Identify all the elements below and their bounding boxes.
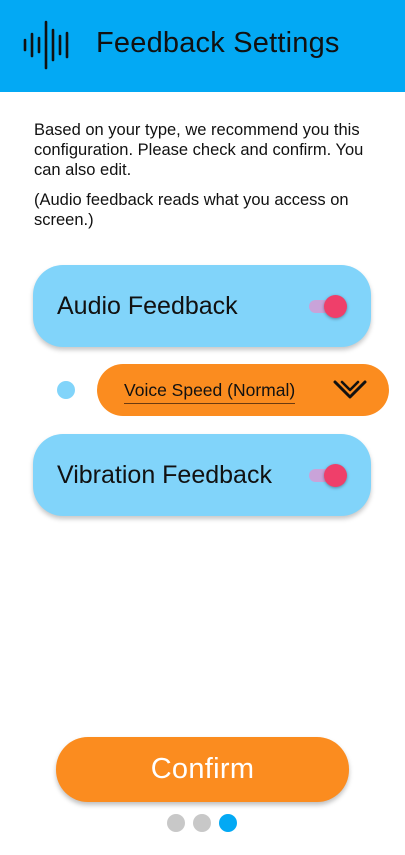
page-title: Feedback Settings: [96, 27, 340, 59]
page-indicator: [0, 812, 405, 834]
intro-paragraph: Based on your type, we recommend you thi…: [34, 121, 364, 179]
intro-note: (Audio feedback reads what you access on…: [34, 191, 349, 229]
voice-speed-value: Voice Speed (Normal): [124, 380, 296, 404]
chevron-down-icon[interactable]: [332, 378, 368, 402]
audio-feedback-label: Audio Feedback: [57, 292, 238, 320]
audio-feedback-card[interactable]: Audio Feedback: [33, 265, 371, 347]
confirm-button[interactable]: Confirm: [56, 737, 349, 802]
waveform-icon: [23, 20, 69, 70]
page-dot-active: [219, 814, 237, 832]
app-header: Feedback Settings: [0, 0, 405, 92]
sub-option-bullet: [57, 381, 75, 399]
vibration-feedback-label: Vibration Feedback: [57, 461, 272, 489]
vibration-feedback-card[interactable]: Vibration Feedback: [33, 434, 371, 516]
vibration-feedback-toggle[interactable]: [307, 464, 347, 487]
toggle-knob: [324, 464, 347, 487]
audio-feedback-toggle[interactable]: [307, 295, 347, 318]
page-dot: [193, 814, 211, 832]
page-dot: [167, 814, 185, 832]
intro-text: Based on your type, we recommend you thi…: [34, 120, 364, 230]
toggle-knob: [324, 295, 347, 318]
voice-speed-dropdown[interactable]: Voice Speed (Normal): [97, 364, 389, 416]
